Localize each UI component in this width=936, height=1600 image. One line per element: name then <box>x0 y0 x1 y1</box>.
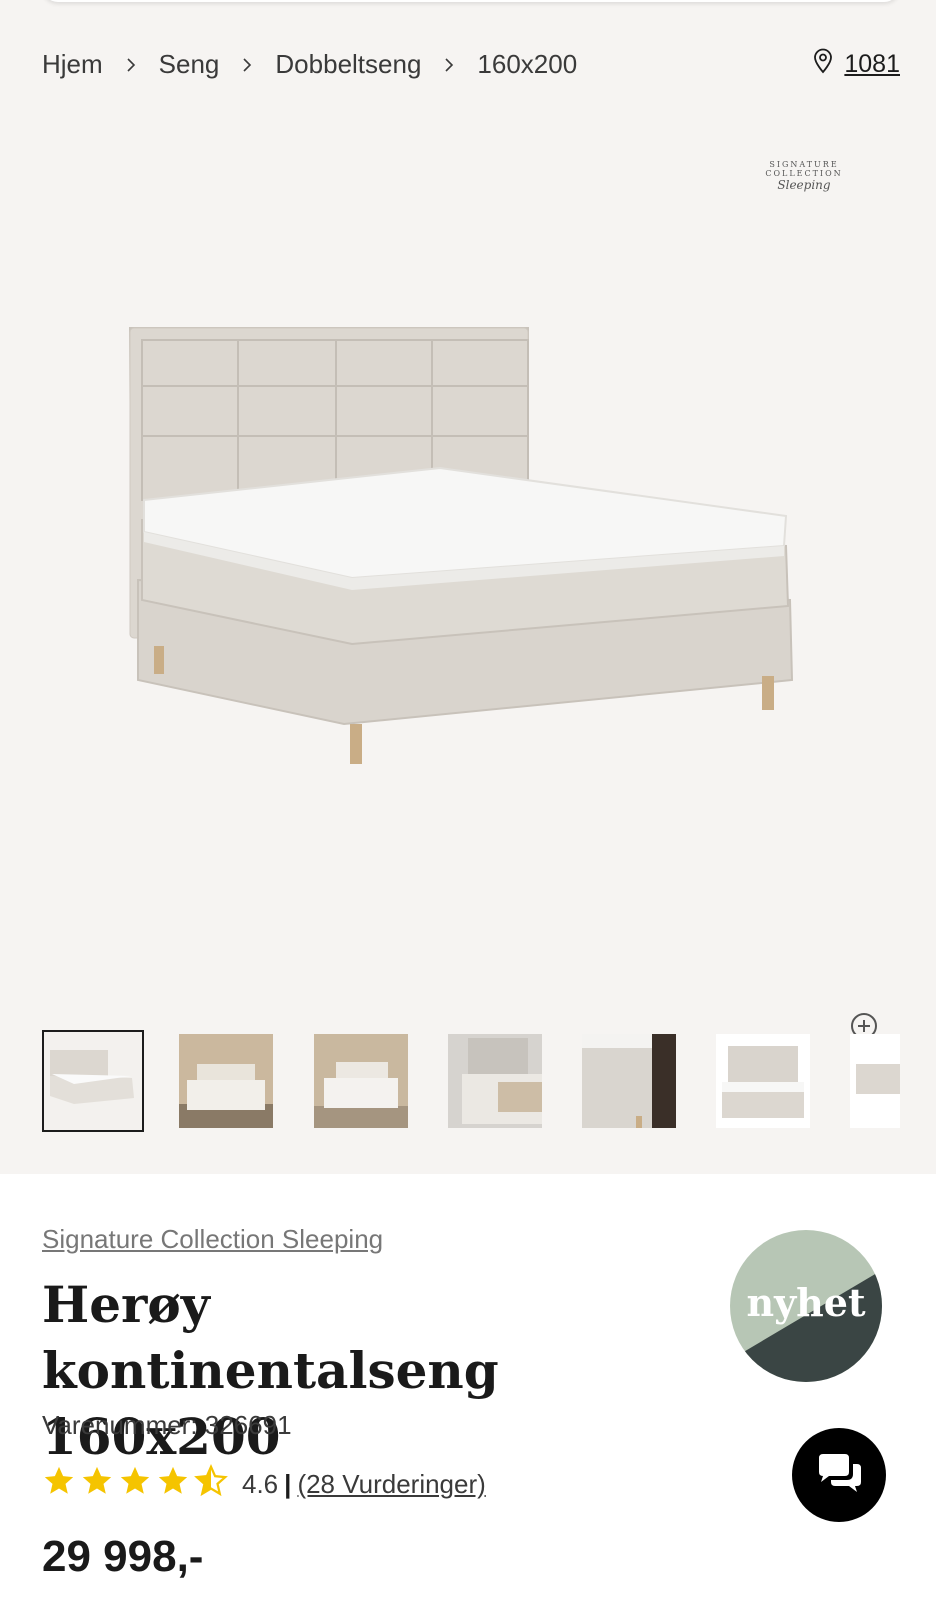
location-pin-icon <box>812 48 834 81</box>
star-icon <box>118 1464 152 1505</box>
thumbnail-strip <box>42 1030 900 1132</box>
breadcrumb: Hjem Seng Dobbeltseng 160x200 1081 <box>42 46 900 82</box>
chat-icon <box>815 1452 863 1499</box>
thumbnail-2[interactable] <box>179 1034 273 1128</box>
chevron-right-icon <box>219 49 275 80</box>
rating-value: 4.6 <box>242 1469 279 1499</box>
thumbnail-3[interactable] <box>314 1034 408 1128</box>
top-search-bar-edge <box>42 0 900 2</box>
new-badge-label: nyhet <box>746 1280 866 1325</box>
star-icon <box>156 1464 190 1505</box>
product-sku: Varenummer: 326691 <box>42 1410 292 1440</box>
thumbnail-6[interactable] <box>716 1034 810 1128</box>
breadcrumb-dobbeltseng[interactable]: Dobbeltseng <box>275 49 421 80</box>
product-price: 29 998,- <box>42 1532 204 1581</box>
product-info: Signature Collection Sleeping Herøy kont… <box>0 1174 936 1600</box>
reviews-link[interactable]: (28 Vurderinger) <box>297 1469 485 1500</box>
brand-logo-line2: Sleeping <box>777 178 831 192</box>
breadcrumb-seng[interactable]: Seng <box>159 49 220 80</box>
breadcrumb-home[interactable]: Hjem <box>42 49 103 80</box>
store-number-link[interactable]: 1081 <box>844 50 900 79</box>
chevron-right-icon <box>103 49 159 80</box>
rating-summary: 4.6 | (28 Vurderinger) <box>42 1464 486 1505</box>
new-badge: nyhet <box>730 1230 882 1382</box>
store-selector[interactable]: 1081 <box>812 48 900 81</box>
star-icon <box>42 1464 76 1505</box>
brand-link[interactable]: Signature Collection Sleeping <box>42 1224 383 1255</box>
star-icon <box>80 1464 114 1505</box>
brand-logo-line1: SIGNATURE COLLECTION <box>765 160 843 178</box>
rating-stars <box>42 1464 228 1505</box>
product-title-line1: Herøy kontinentalseng <box>42 1275 499 1400</box>
bed-product-image[interactable] <box>120 320 820 900</box>
brand-logo: SIGNATURE COLLECTION Sleeping <box>730 160 878 192</box>
chevron-right-icon <box>421 49 477 80</box>
rating-separator: | <box>284 1469 292 1499</box>
star-half-icon <box>194 1464 228 1505</box>
chat-button[interactable] <box>792 1428 886 1522</box>
product-image-gallery[interactable]: SIGNATURE COLLECTION Sleeping <box>0 110 936 1046</box>
thumbnail-7[interactable] <box>850 1034 900 1128</box>
thumbnail-5[interactable] <box>582 1034 676 1128</box>
thumbnail-1[interactable] <box>42 1030 144 1132</box>
breadcrumb-size[interactable]: 160x200 <box>477 49 577 80</box>
thumbnail-4[interactable] <box>448 1034 542 1128</box>
